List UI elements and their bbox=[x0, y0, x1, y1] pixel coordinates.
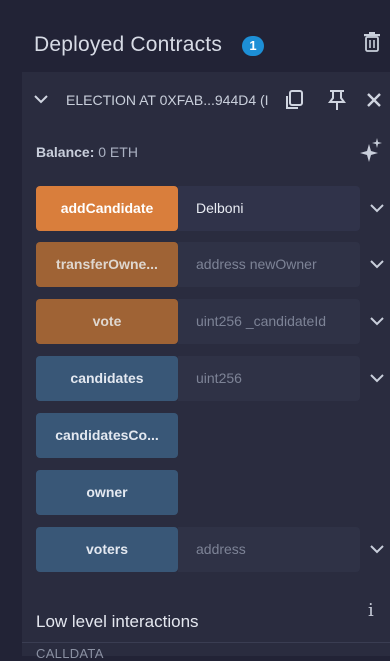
chevron-down-icon[interactable] bbox=[369, 370, 385, 386]
contract-panel: ELECTION AT 0XFAB...944D4 (I Balance: 0 … bbox=[22, 72, 390, 661]
addcandidate-input[interactable]: Delboni bbox=[178, 186, 360, 231]
copy-icon[interactable] bbox=[284, 89, 306, 111]
function-row-addcandidate: addCandidate Delboni bbox=[36, 186, 390, 231]
contract-name: ELECTION AT 0XFAB...944D4 (I bbox=[66, 92, 269, 108]
balance: Balance: 0 ETH bbox=[36, 144, 138, 160]
trash-icon[interactable] bbox=[364, 32, 380, 52]
owner-button[interactable]: owner bbox=[36, 470, 178, 515]
chevron-down-icon[interactable] bbox=[369, 200, 385, 216]
balance-label: Balance: bbox=[36, 144, 95, 160]
function-row-candidates: candidates uint256 bbox=[36, 356, 390, 401]
candidatescount-button[interactable]: candidatesCo... bbox=[36, 413, 178, 458]
function-row-vote: vote uint256 _candidateId bbox=[36, 299, 390, 344]
close-icon[interactable] bbox=[364, 89, 386, 111]
function-row-owner: owner bbox=[36, 470, 390, 515]
contract-header[interactable]: ELECTION AT 0XFAB...944D4 (I bbox=[22, 72, 390, 128]
chevron-down-icon[interactable] bbox=[34, 92, 48, 106]
calldata-label: CALLDATA bbox=[36, 646, 104, 661]
addcandidate-button[interactable]: addCandidate bbox=[36, 186, 178, 231]
chevron-down-icon[interactable] bbox=[369, 313, 385, 329]
low-level-interactions-title: Low level interactions bbox=[36, 612, 199, 631]
chevron-down-icon[interactable] bbox=[369, 256, 385, 272]
function-row-candidatescount: candidatesCo... bbox=[36, 413, 390, 458]
candidates-button[interactable]: candidates bbox=[36, 356, 178, 401]
pin-icon[interactable] bbox=[326, 89, 348, 111]
chevron-down-icon[interactable] bbox=[369, 541, 385, 557]
balance-value: 0 ETH bbox=[98, 144, 138, 160]
vote-input[interactable]: uint256 _candidateId bbox=[178, 299, 360, 344]
transferownership-input[interactable]: address newOwner bbox=[178, 242, 360, 287]
candidates-input[interactable]: uint256 bbox=[178, 356, 360, 401]
divider bbox=[22, 642, 390, 643]
voters-button[interactable]: voters bbox=[36, 527, 178, 572]
panel-title: Deployed Contracts bbox=[34, 33, 223, 56]
info-icon[interactable]: i bbox=[368, 600, 374, 621]
function-row-voters: voters address bbox=[36, 527, 390, 572]
contract-count-badge: 1 bbox=[242, 36, 264, 56]
vote-button[interactable]: vote bbox=[36, 299, 178, 344]
sparkle-icon[interactable] bbox=[360, 138, 382, 162]
function-row-transferownership: transferOwne... address newOwner bbox=[36, 242, 390, 287]
transferownership-button[interactable]: transferOwne... bbox=[36, 242, 178, 287]
voters-input[interactable]: address bbox=[178, 527, 360, 572]
